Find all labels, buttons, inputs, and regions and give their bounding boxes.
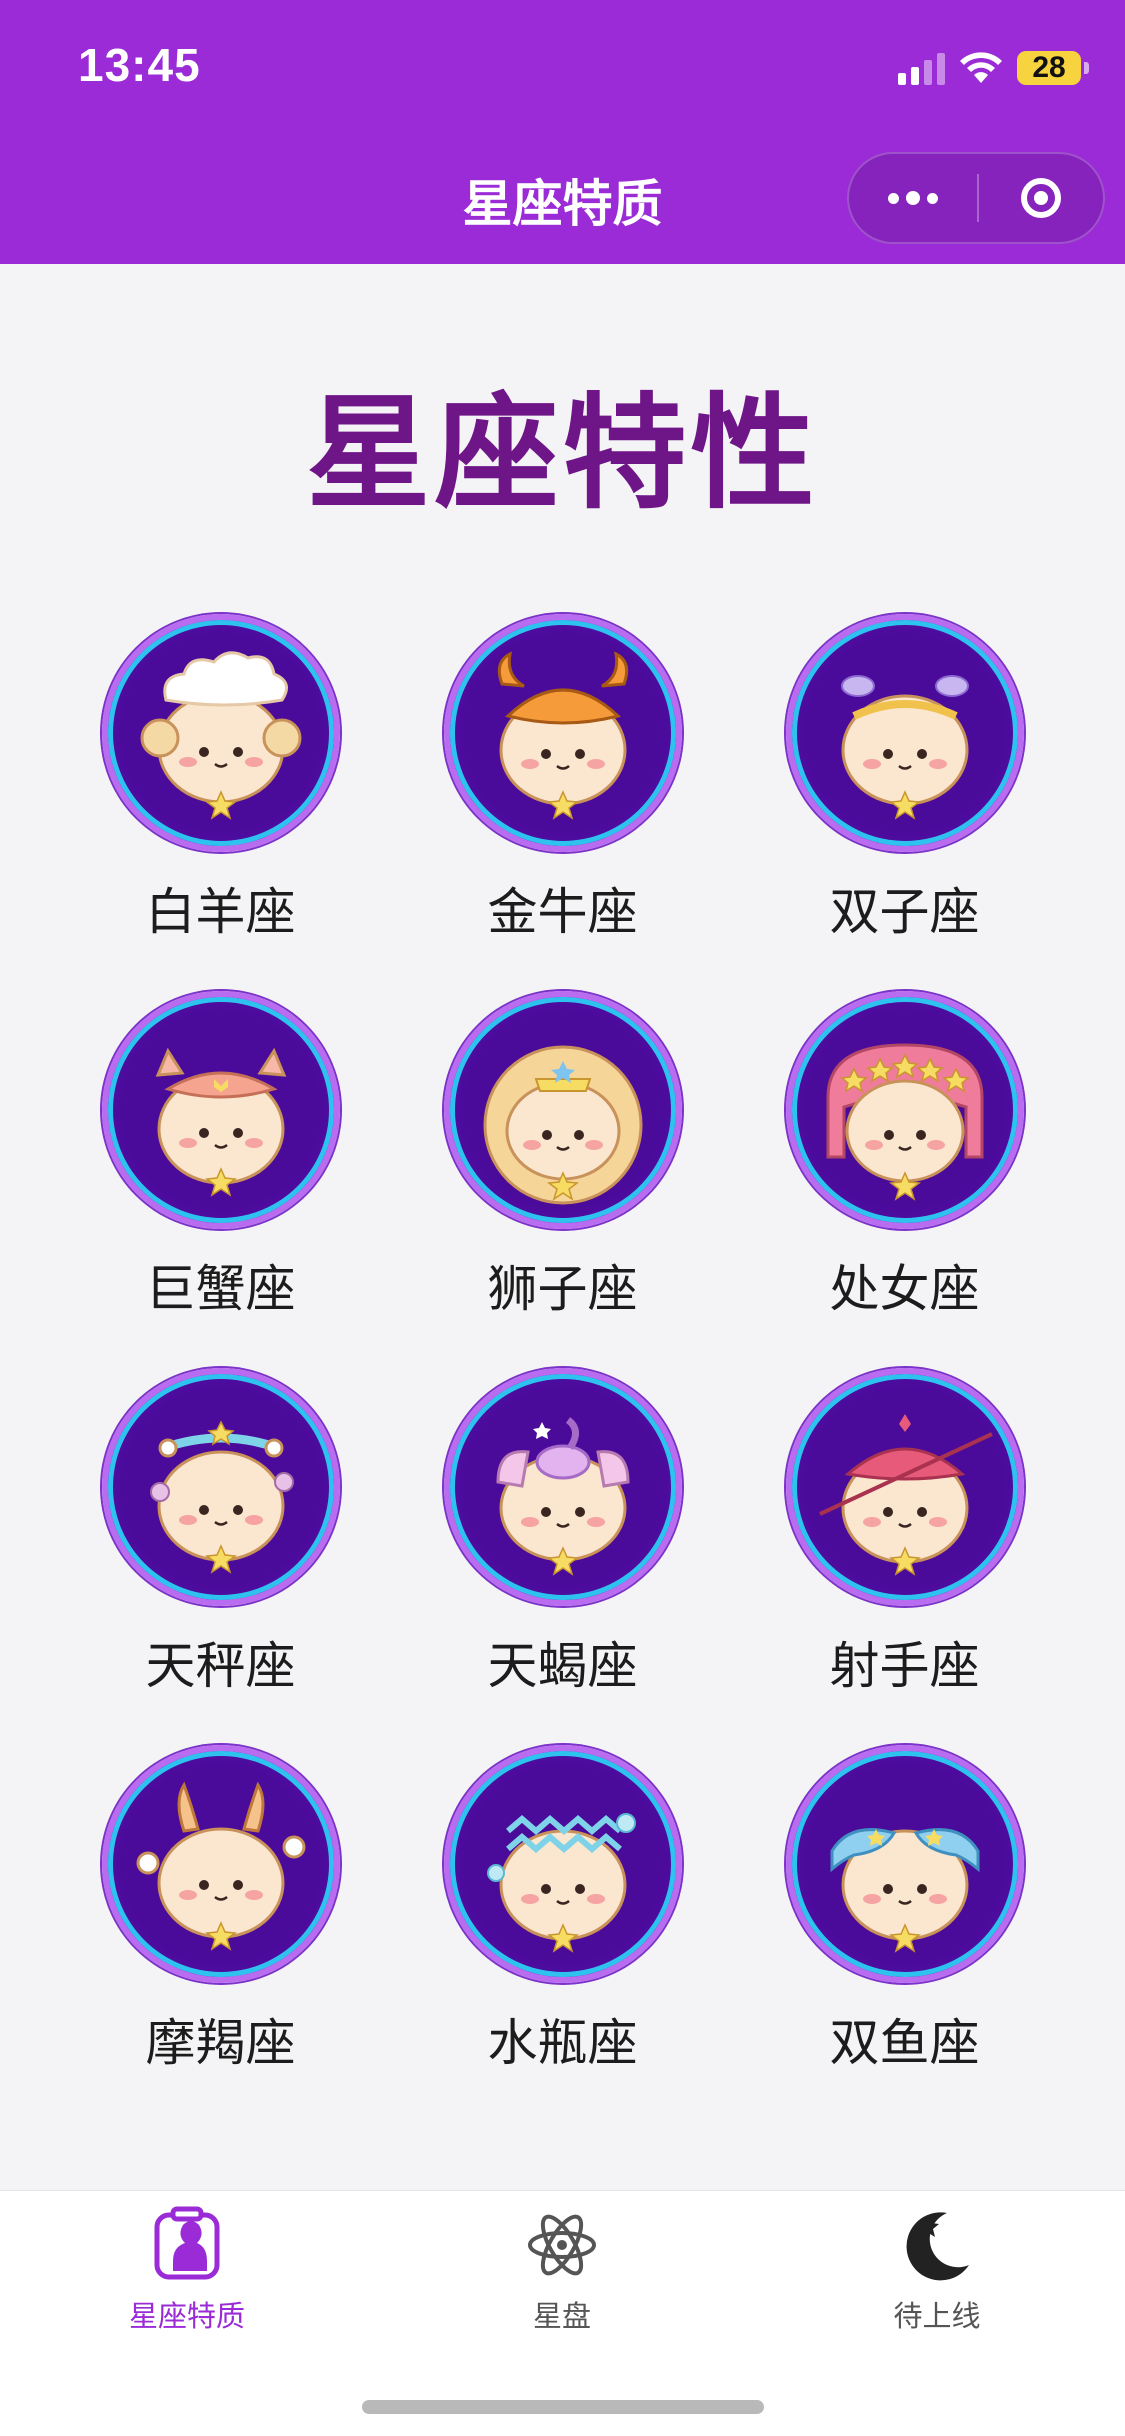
zodiac-item-gemini[interactable]: 双子座 <box>734 614 1076 989</box>
pisces-mascot-icon <box>785 1745 1024 1983</box>
zodiac-item-aquarius[interactable]: 水瓶座 <box>392 1745 734 2120</box>
zodiac-item-cancer[interactable]: 巨蟹座 <box>50 991 392 1366</box>
zodiac-item-aries[interactable]: 白羊座 <box>50 614 392 989</box>
more-options-button[interactable] <box>849 154 977 242</box>
zodiac-item-capricorn[interactable]: 摩羯座 <box>50 1745 392 2120</box>
more-dot-icon <box>927 192 938 204</box>
battery-level: 28 <box>1032 51 1066 84</box>
zodiac-name: 水瓶座 <box>487 2014 638 2072</box>
zodiac-name: 狮子座 <box>487 1260 638 1318</box>
zodiac-item-scorpio[interactable]: 天蝎座 <box>392 1368 734 1743</box>
wifi-icon <box>960 52 1002 83</box>
zodiac-name: 处女座 <box>829 1260 980 1318</box>
zodiac-name: 射手座 <box>829 1637 980 1695</box>
more-dot-icon <box>906 191 920 205</box>
tab-label: 星盘 <box>532 2299 591 2333</box>
cellular-signal-icon <box>898 51 945 85</box>
aries-mascot-icon <box>101 614 340 852</box>
app-screen: 13:45 28 星座特质 星座特性 白羊座 金牛座 双子座 巨蟹座 狮子座 处… <box>0 0 1125 2436</box>
zodiac-name: 摩羯座 <box>145 2014 296 2072</box>
zodiac-name: 金牛座 <box>487 883 638 941</box>
moon-star-icon <box>906 2212 969 2281</box>
close-miniprogram-button[interactable] <box>979 154 1103 242</box>
zodiac-item-sagittarius[interactable]: 射手座 <box>734 1368 1076 1743</box>
more-dot-icon <box>888 192 899 204</box>
scorpio-mascot-icon <box>443 1368 682 1606</box>
zodiac-name: 天蝎座 <box>487 1637 638 1695</box>
page-title: 星座特性 <box>306 382 819 526</box>
zodiac-item-leo[interactable]: 狮子座 <box>392 991 734 1366</box>
header-bar: 13:45 28 星座特质 <box>0 0 1125 264</box>
zodiac-item-libra[interactable]: 天秤座 <box>50 1368 392 1743</box>
atom-orbit-icon <box>528 2214 596 2276</box>
zodiac-name: 白羊座 <box>145 883 296 941</box>
aquarius-mascot-icon <box>443 1745 682 1983</box>
zodiac-name: 双鱼座 <box>829 2014 980 2072</box>
zodiac-profile-icon <box>154 2206 220 2280</box>
leo-mascot-icon <box>443 991 682 1229</box>
tab-zodiac-traits[interactable]: 星座特质 <box>77 2205 297 2335</box>
zodiac-name: 双子座 <box>829 883 980 941</box>
zodiac-name: 巨蟹座 <box>145 1260 296 1318</box>
virgo-mascot-icon <box>785 991 1024 1229</box>
sagittarius-mascot-icon <box>785 1368 1024 1606</box>
cancer-mascot-icon <box>101 991 340 1229</box>
target-close-icon <box>1021 178 1061 218</box>
miniprogram-capsule <box>847 152 1105 244</box>
taurus-mascot-icon <box>443 614 682 852</box>
gemini-mascot-icon <box>785 614 1024 852</box>
tab-star-chart[interactable]: 星盘 <box>452 2205 672 2335</box>
tab-label: 待上线 <box>893 2299 981 2333</box>
status-time: 13:45 <box>78 39 201 91</box>
tab-label: 星座特质 <box>128 2299 245 2333</box>
zodiac-grid: 白羊座 金牛座 双子座 巨蟹座 狮子座 处女座 天秤座 天蝎座 射手座 摩羯座 … <box>0 614 1125 2120</box>
home-indicator[interactable] <box>362 2400 764 2414</box>
zodiac-item-pisces[interactable]: 双鱼座 <box>734 1745 1076 2120</box>
status-icons: 28 <box>898 46 1089 90</box>
battery-indicator: 28 <box>1017 51 1089 85</box>
tab-coming-soon[interactable]: 待上线 <box>827 2205 1047 2335</box>
zodiac-name: 天秤座 <box>145 1637 296 1695</box>
libra-mascot-icon <box>101 1368 340 1606</box>
capricorn-mascot-icon <box>101 1745 340 1983</box>
zodiac-item-virgo[interactable]: 处女座 <box>734 991 1076 1366</box>
zodiac-item-taurus[interactable]: 金牛座 <box>392 614 734 989</box>
